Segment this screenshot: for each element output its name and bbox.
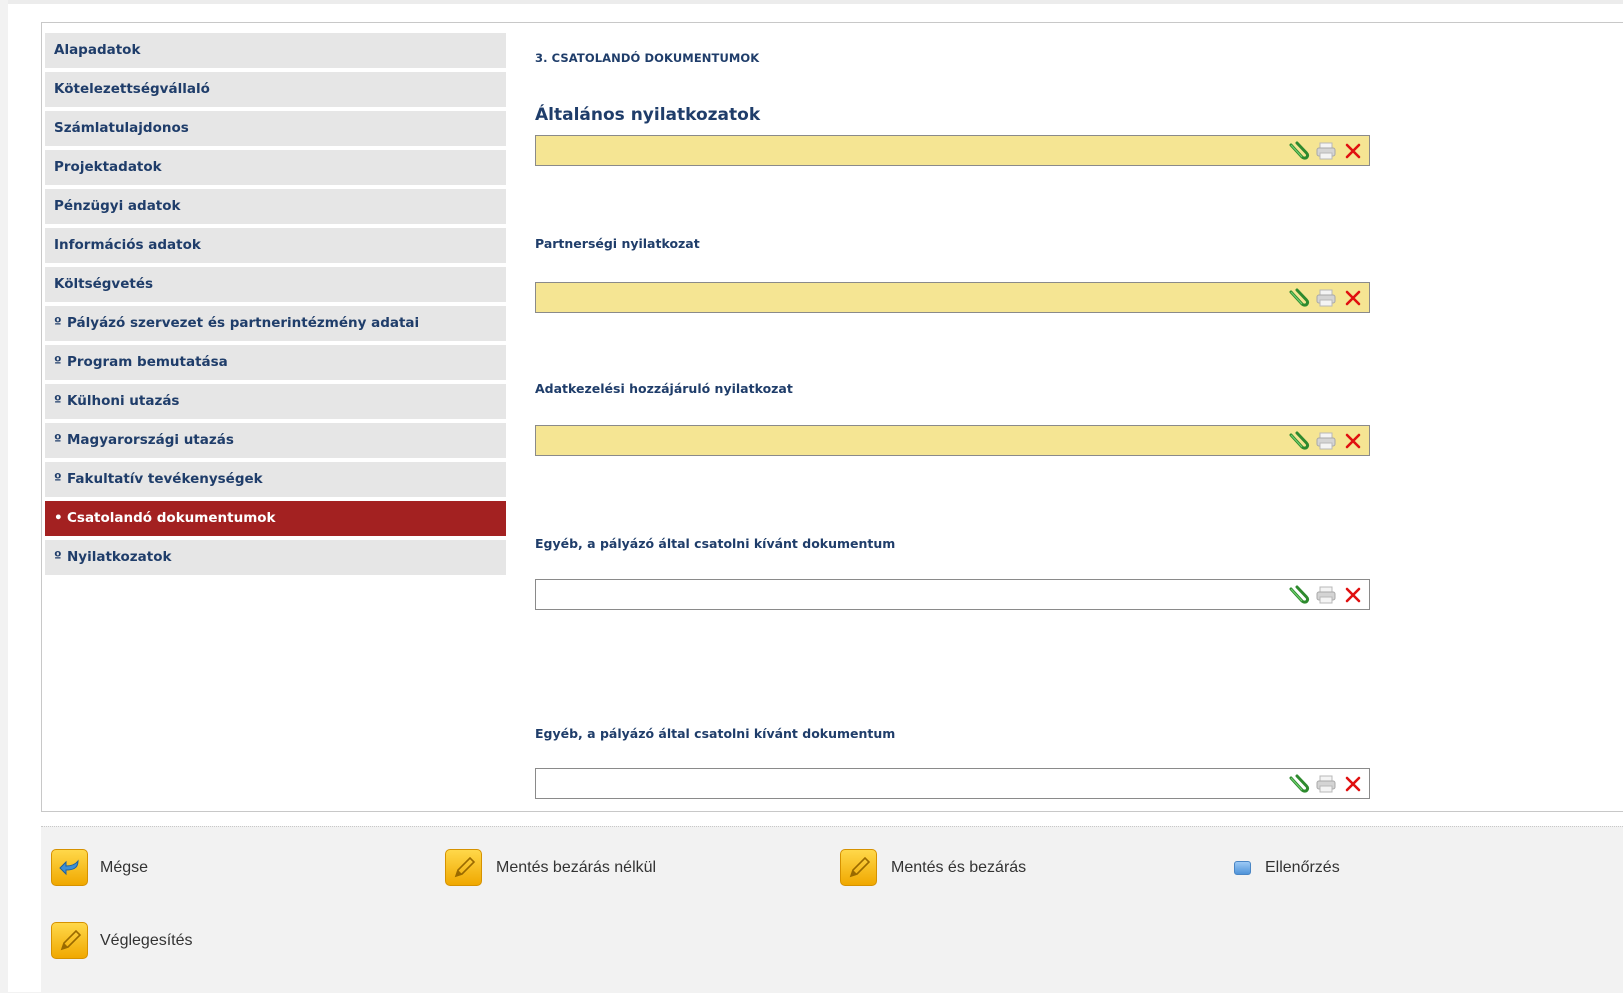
app-frame: Alapadatok Kötelezettségvállaló Számlatula… — [8, 0, 1623, 993]
field-actions — [1287, 286, 1365, 310]
sidebar-item[interactable]: Számlatulajdonos — [45, 111, 506, 146]
save-and-close-button[interactable]: Mentés és bezárás — [840, 849, 1026, 886]
top-band — [8, 0, 1623, 4]
field-label-other-document-1: Egyéb, a pályázó által csatolni kívánt d… — [535, 536, 896, 551]
save-without-close-label: Mentés bezárás nélkül — [496, 858, 657, 876]
field-label-data-consent: Adatkezelési hozzájáruló nyilatkozat — [535, 381, 793, 396]
attach-icon[interactable] — [1287, 583, 1311, 607]
upload-field-general[interactable] — [535, 135, 1370, 166]
sidebar-item[interactable]: º Külhoni utazás — [45, 384, 506, 419]
check-icon — [1234, 861, 1251, 875]
pencil-icon — [840, 849, 877, 886]
field-actions — [1287, 583, 1365, 607]
sidebar-item-marker: º — [54, 471, 62, 487]
sidebar-item-label: Magyarországi utazás — [67, 432, 234, 448]
sidebar-item-marker: º — [54, 354, 62, 370]
upload-field-partnership[interactable] — [535, 282, 1370, 313]
cancel-label: Mégse — [100, 858, 149, 876]
sidebar-item-label: Nyilatkozatok — [67, 549, 172, 565]
field-label-other-document-2: Egyéb, a pályázó által csatolni kívánt d… — [535, 726, 896, 741]
check-button[interactable]: Ellenőrzés — [1234, 859, 1340, 877]
section-title: 3. CSATOLANDÓ DOKUMENTUMOK — [535, 51, 760, 65]
check-label: Ellenőrzés — [1265, 859, 1340, 876]
save-and-close-label: Mentés és bezárás — [891, 858, 1027, 876]
sidebar-item[interactable]: Alapadatok — [45, 33, 506, 68]
upload-field-other-document-2[interactable] — [535, 768, 1370, 799]
pencil-icon — [445, 849, 482, 886]
sidebar-item[interactable]: º Fakultatív tevékenységek — [45, 462, 506, 497]
sidebar-item-label: Költségvetés — [54, 276, 154, 292]
sidebar-item-label: Pályázó szervezet és partnerintézmény ad… — [67, 315, 420, 331]
sidebar-item-label: Kötelezettségvállaló — [54, 81, 210, 97]
sidebar-item-label: Információs adatok — [54, 237, 201, 253]
print-icon[interactable] — [1314, 286, 1338, 310]
sidebar-item-marker: º — [54, 432, 62, 448]
field-actions — [1287, 429, 1365, 453]
save-without-close-button[interactable]: Mentés bezárás nélkül — [445, 849, 656, 886]
delete-icon[interactable] — [1341, 286, 1365, 310]
print-icon[interactable] — [1314, 429, 1338, 453]
sidebar-item[interactable]: Kötelezettségvállaló — [45, 72, 506, 107]
attach-icon[interactable] — [1287, 286, 1311, 310]
upload-field-data-consent[interactable] — [535, 425, 1370, 456]
finalize-label: Véglegesítés — [100, 931, 193, 949]
attach-icon[interactable] — [1287, 139, 1311, 163]
sidebar-item[interactable]: • Csatolandó dokumentumok — [45, 501, 506, 536]
sidebar-item[interactable]: Pénzügyi adatok — [45, 189, 506, 224]
sidebar-item-marker: • — [54, 510, 63, 526]
sidebar-item[interactable]: º Nyilatkozatok — [45, 540, 506, 575]
finalize-button[interactable]: Véglegesítés — [51, 922, 193, 959]
sidebar-item-label: Külhoni utazás — [67, 393, 180, 409]
action-bar: Mégse Mentés bezárás nélkül Mentés és be… — [41, 826, 1623, 993]
delete-icon[interactable] — [1341, 772, 1365, 796]
field-label-partnership: Partnerségi nyilatkozat — [535, 236, 700, 251]
cancel-button[interactable]: Mégse — [51, 849, 148, 886]
attach-icon[interactable] — [1287, 772, 1311, 796]
sidebar-item[interactable]: º Pályázó szervezet és partnerintézmény a… — [45, 306, 506, 341]
sidebar-item[interactable]: Költségvetés — [45, 267, 506, 302]
sidebar-item-label: Program bemutatása — [67, 354, 228, 370]
sidebar-nav: Alapadatok Kötelezettségvállaló Számlatula… — [45, 33, 506, 579]
sidebar-item-label: Csatolandó dokumentumok — [67, 510, 276, 526]
sidebar-item[interactable]: Információs adatok — [45, 228, 506, 263]
sidebar-item[interactable]: º Magyarországi utazás — [45, 423, 506, 458]
print-icon[interactable] — [1314, 139, 1338, 163]
print-icon[interactable] — [1314, 772, 1338, 796]
sidebar-item[interactable]: º Program bemutatása — [45, 345, 506, 380]
sidebar-item-marker: º — [54, 549, 62, 565]
main-content: 3. CSATOLANDÓ DOKUMENTUMOK Általános nyi… — [535, 22, 1535, 812]
upload-field-other-document-1[interactable] — [535, 579, 1370, 610]
print-icon[interactable] — [1314, 583, 1338, 607]
sidebar-item-label: Pénzügyi adatok — [54, 198, 181, 214]
sidebar-item-marker: º — [54, 393, 62, 409]
sidebar-item[interactable]: Projektadatok — [45, 150, 506, 185]
field-actions — [1287, 139, 1365, 163]
pencil-icon — [51, 922, 88, 959]
group-heading: Általános nyilatkozatok — [535, 105, 761, 125]
delete-icon[interactable] — [1341, 139, 1365, 163]
back-arrow-icon — [51, 849, 88, 886]
sidebar-item-label: Számlatulajdonos — [54, 120, 189, 136]
field-actions — [1287, 772, 1365, 796]
delete-icon[interactable] — [1341, 429, 1365, 453]
sidebar-item-marker: º — [54, 315, 62, 331]
delete-icon[interactable] — [1341, 583, 1365, 607]
sidebar-item-label: Fakultatív tevékenységek — [67, 471, 263, 487]
sidebar-item-label: Projektadatok — [54, 159, 162, 175]
attach-icon[interactable] — [1287, 429, 1311, 453]
sidebar-item-label: Alapadatok — [54, 42, 141, 58]
